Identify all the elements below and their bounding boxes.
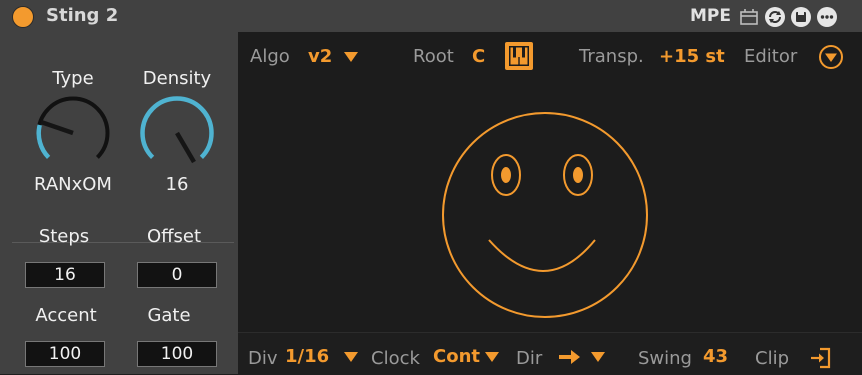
steps-field[interactable]: 16 (25, 262, 105, 288)
type-label: Type (52, 68, 94, 89)
display-area: Algo v2 Root C Transp. +15 st Editor (238, 32, 862, 332)
left-panel: Type RANxOM Density 16 Steps 16 Offset 0… (0, 32, 238, 374)
gate-field[interactable]: 100 (137, 341, 217, 367)
device-power-button[interactable] (12, 6, 34, 28)
clip-label: Clip (755, 348, 789, 369)
density-value: 16 (165, 174, 189, 195)
root-label: Root (413, 46, 454, 67)
editor-toggle-icon[interactable] (818, 44, 844, 70)
editor-label: Editor (744, 46, 798, 67)
dir-label: Dir (516, 348, 543, 369)
swing-value[interactable]: 43 (703, 346, 728, 367)
more-options-icon[interactable] (816, 6, 838, 28)
algo-label: Algo (250, 46, 290, 67)
transp-value[interactable]: +15 st (659, 46, 725, 67)
density-label: Density (142, 68, 212, 89)
clip-export-icon[interactable] (808, 346, 832, 370)
mpe-config-icon[interactable] (738, 6, 760, 28)
keyboard-icon[interactable] (504, 41, 534, 71)
clock-dropdown-icon[interactable] (485, 352, 499, 362)
direction-arrow-icon[interactable] (558, 348, 582, 366)
div-value[interactable]: 1/16 (285, 346, 329, 367)
transp-label: Transp. (579, 46, 644, 67)
swing-label: Swing (638, 348, 692, 369)
root-value[interactable]: C (472, 46, 485, 67)
offset-field[interactable]: 0 (137, 262, 217, 288)
div-dropdown-icon[interactable] (344, 352, 358, 362)
hot-swap-icon[interactable] (764, 6, 786, 28)
smiley-face-display (442, 112, 648, 318)
clock-value[interactable]: Cont (433, 346, 480, 367)
title-bar: Sting 2 MPE (0, 0, 862, 32)
algo-dropdown-icon[interactable] (344, 52, 358, 62)
accent-field[interactable]: 100 (25, 341, 105, 367)
algo-value[interactable]: v2 (308, 46, 332, 67)
gate-label: Gate (147, 305, 191, 326)
bottom-bar: Div 1/16 Clock Cont Dir Swing 43 Clip (238, 332, 862, 375)
type-value: RANxOM (34, 174, 112, 195)
device-title: Sting 2 (46, 5, 119, 26)
accent-label: Accent (35, 305, 97, 326)
save-preset-icon[interactable] (790, 6, 812, 28)
dir-dropdown-icon[interactable] (591, 352, 605, 362)
density-knob[interactable] (138, 94, 216, 172)
type-knob[interactable] (34, 94, 112, 172)
clock-label: Clock (371, 348, 420, 369)
offset-label: Offset (146, 226, 202, 247)
mpe-label[interactable]: MPE (690, 6, 731, 26)
steps-label: Steps (38, 226, 90, 247)
div-label: Div (248, 348, 278, 369)
